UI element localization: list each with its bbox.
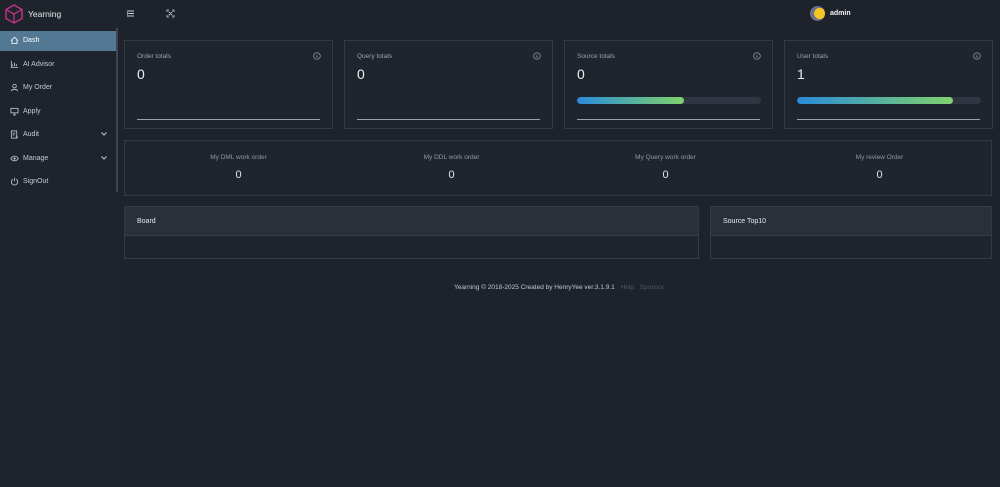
- home-icon: [10, 36, 19, 45]
- panel-title: Board: [125, 207, 698, 236]
- sidebar-item-manage[interactable]: Manage: [0, 149, 116, 169]
- stat-label: My DDL work order: [423, 154, 480, 161]
- sidebar-item-my-order[interactable]: My Order: [0, 78, 116, 98]
- yearning-logo-icon: [5, 4, 23, 24]
- card-user-totals: User totals 1: [784, 40, 993, 129]
- sidebar-item-label: Audit: [23, 131, 39, 139]
- divider: [137, 119, 320, 120]
- audit-icon: [10, 130, 19, 139]
- stat-review-orders[interactable]: My review Order 0: [771, 141, 988, 197]
- sponsor-link[interactable]: Sponsor: [640, 284, 664, 291]
- card-title: Order totals: [137, 53, 171, 60]
- fullscreen-icon[interactable]: [166, 9, 175, 18]
- stat-value: 0: [448, 169, 455, 181]
- sidebar-item-signout[interactable]: SignOut: [0, 172, 116, 192]
- stat-value: 0: [662, 169, 669, 181]
- divider: [357, 119, 540, 120]
- progress-fill: [577, 97, 684, 104]
- card-order-totals: Order totals 0: [124, 40, 333, 129]
- stat-label: My Query work order: [635, 154, 696, 161]
- app-logo[interactable]: Yearning: [4, 4, 114, 24]
- divider: [577, 119, 760, 120]
- stat-label: My review Order: [855, 154, 904, 161]
- card-title: User totals: [797, 53, 829, 60]
- divider: [797, 119, 980, 120]
- card-source-totals: Source totals 0: [564, 40, 773, 129]
- stat-label: My DML work order: [210, 154, 267, 161]
- card-value: 0: [577, 66, 585, 82]
- user-menu[interactable]: admin: [810, 6, 851, 21]
- sidebar-item-label: AI Advisor: [23, 60, 55, 68]
- stat-value: 0: [235, 169, 242, 181]
- sidebar-item-ai-advisor[interactable]: AI Advisor: [0, 55, 116, 75]
- info-icon[interactable]: [313, 52, 321, 60]
- card-query-totals: Query totals 0: [344, 40, 553, 129]
- chevron-down-icon[interactable]: [100, 154, 108, 162]
- sidebar: Yearning Dash AI Advisor My Order Apply: [0, 0, 118, 487]
- footer-text: Yearning © 2018-2025 Created by HenryYee…: [453, 284, 615, 291]
- card-title: Source totals: [577, 53, 615, 60]
- sidebar-item-label: Dash: [23, 37, 40, 45]
- card-title: Query totals: [357, 53, 393, 60]
- sidebar-item-label: Apply: [23, 107, 41, 115]
- avatar[interactable]: [810, 6, 825, 21]
- stat-query-orders[interactable]: My Query work order 0: [557, 141, 774, 197]
- progress-fill: [797, 97, 954, 104]
- help-link[interactable]: Help: [621, 284, 634, 291]
- source-top-panel: Source Top10: [710, 206, 992, 259]
- stat-dml-orders[interactable]: My DML work order 0: [130, 141, 347, 197]
- sidebar-item-apply[interactable]: Apply: [0, 102, 116, 122]
- board-panel: Board: [124, 206, 699, 259]
- menu-toggle-icon[interactable]: [126, 9, 135, 18]
- stat-value: 0: [876, 169, 883, 181]
- work-order-stats: My DML work order 0 My DDL work order 0 …: [124, 140, 992, 196]
- sidebar-scrollbar[interactable]: [116, 28, 118, 192]
- footer: Yearning © 2018-2025 Created by HenryYee…: [0, 284, 1000, 291]
- card-value: 1: [797, 66, 805, 82]
- sidebar-item-label: My Order: [23, 84, 53, 92]
- info-icon[interactable]: [753, 52, 761, 60]
- eye-icon: [10, 154, 19, 163]
- card-value: 0: [137, 66, 145, 82]
- app-name: Yearning: [28, 9, 62, 19]
- user-progress-bar: [797, 97, 981, 104]
- sidebar-menu: Dash AI Advisor My Order Apply Audit Man…: [0, 31, 116, 196]
- chevron-down-icon[interactable]: [100, 130, 108, 138]
- info-icon[interactable]: [533, 52, 541, 60]
- info-icon[interactable]: [973, 52, 981, 60]
- source-progress-bar: [577, 97, 761, 104]
- stat-ddl-orders[interactable]: My DDL work order 0: [343, 141, 560, 197]
- chart-icon: [10, 60, 19, 69]
- user-icon: [10, 83, 19, 92]
- sidebar-item-label: SignOut: [23, 178, 49, 186]
- username: admin: [830, 10, 851, 17]
- sidebar-item-label: Manage: [23, 154, 49, 162]
- panel-title: Source Top10: [711, 207, 991, 236]
- card-value: 0: [357, 66, 365, 82]
- sidebar-item-audit[interactable]: Audit: [0, 125, 116, 145]
- signout-icon: [10, 177, 19, 186]
- sidebar-item-dash[interactable]: Dash: [0, 31, 116, 51]
- monitor-icon: [10, 107, 19, 116]
